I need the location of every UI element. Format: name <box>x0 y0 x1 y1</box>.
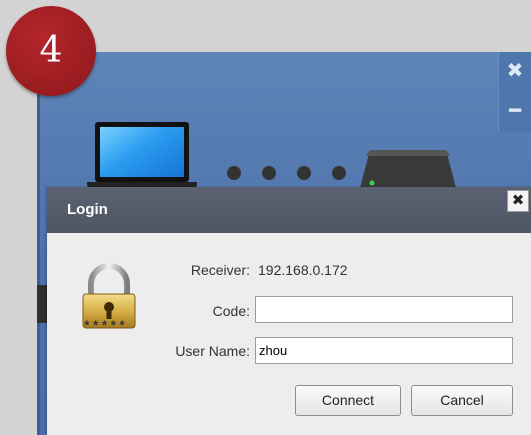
connection-dot <box>262 166 276 180</box>
dialog-title: Login <box>67 201 108 218</box>
dialog-close-icon[interactable]: ✖ <box>507 190 529 212</box>
app-minimize-icon[interactable]: ━ <box>503 98 527 122</box>
user-name-label: User Name: <box>175 343 250 359</box>
laptop-screen <box>95 122 189 182</box>
connection-dot <box>297 166 311 180</box>
app-window-border <box>37 52 40 435</box>
user-name-input[interactable] <box>255 337 513 364</box>
code-label: Code: <box>212 303 250 319</box>
receiver-label: Receiver: <box>190 262 250 278</box>
dialog-titlebar: Login <box>47 187 531 233</box>
connection-dot <box>332 166 346 180</box>
login-dialog: Login ✖ ***** Receiver: 192.168.0.172 Co… <box>47 187 531 435</box>
app-window-divider <box>37 285 47 323</box>
cancel-button[interactable]: Cancel <box>411 385 513 416</box>
laptop-screen-glass <box>100 127 184 177</box>
connect-button[interactable]: Connect <box>295 385 401 416</box>
code-input[interactable] <box>255 296 513 323</box>
receiver-value: 192.168.0.172 <box>258 262 348 278</box>
app-close-icon[interactable]: ✖ <box>503 58 527 82</box>
receiver-icon <box>360 150 456 188</box>
connection-dot <box>227 166 241 180</box>
step-badge: 4 <box>6 6 96 96</box>
lock-caption: ***** <box>83 319 128 334</box>
